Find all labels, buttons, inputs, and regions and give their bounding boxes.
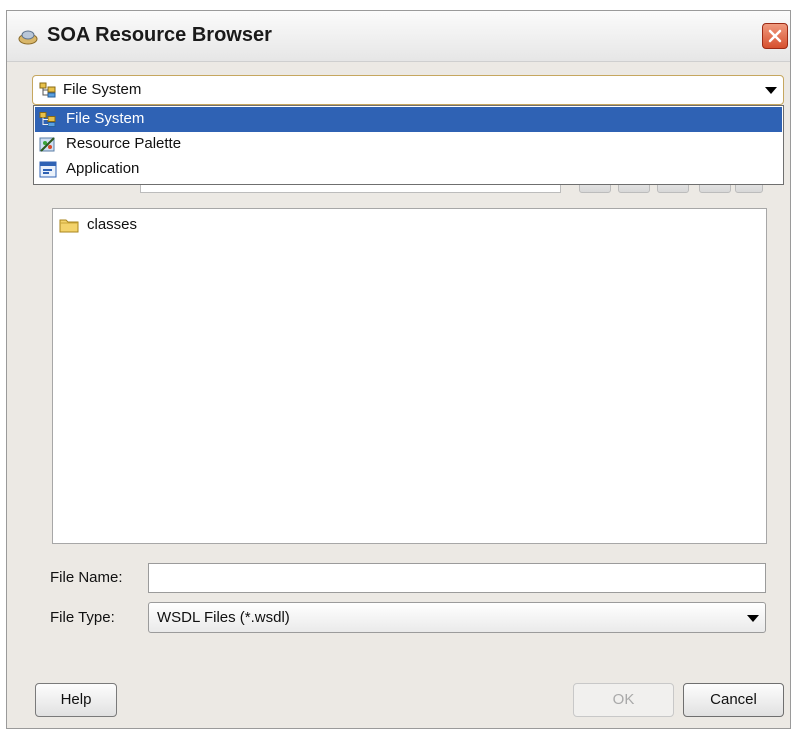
- file-list-pane[interactable]: classes: [52, 208, 767, 544]
- title-bar[interactable]: SOA Resource Browser: [7, 11, 790, 62]
- option-label: Application: [66, 160, 140, 177]
- help-button[interactable]: Help: [35, 683, 117, 717]
- cancel-button[interactable]: Cancel: [683, 683, 784, 717]
- option-file-system[interactable]: File System: [35, 107, 782, 132]
- file-name-input[interactable]: [148, 563, 766, 593]
- source-type-list: File System Resource Palette Application: [33, 105, 784, 185]
- ok-button[interactable]: OK: [573, 683, 674, 717]
- file-system-icon: [39, 112, 56, 127]
- chevron-down-icon: [747, 615, 759, 622]
- source-type-dropdown[interactable]: File System: [32, 75, 784, 105]
- option-application[interactable]: Application: [35, 157, 782, 182]
- close-button[interactable]: [762, 23, 788, 49]
- window-title: SOA Resource Browser: [47, 24, 272, 46]
- file-type-value: WSDL Files (*.wsdl): [157, 609, 290, 626]
- option-label: File System: [66, 110, 145, 127]
- folder-name: classes: [87, 216, 138, 233]
- application-icon: [39, 161, 57, 178]
- option-resource-palette[interactable]: Resource Palette: [35, 132, 782, 157]
- folder-icon: [59, 219, 79, 233]
- resource-palette-icon: [39, 137, 55, 152]
- file-system-icon: [39, 82, 56, 98]
- soa-resource-browser-dialog: SOA Resource Browser File System File Sy…: [6, 10, 791, 729]
- close-icon: [768, 29, 782, 43]
- chevron-down-icon: [765, 87, 777, 94]
- file-name-label: File Name:: [50, 569, 123, 586]
- file-type-dropdown[interactable]: WSDL Files (*.wsdl): [148, 602, 766, 633]
- source-type-value: File System: [63, 81, 142, 98]
- app-icon: [18, 30, 38, 45]
- option-label: Resource Palette: [66, 135, 182, 152]
- file-type-label: File Type:: [50, 609, 115, 626]
